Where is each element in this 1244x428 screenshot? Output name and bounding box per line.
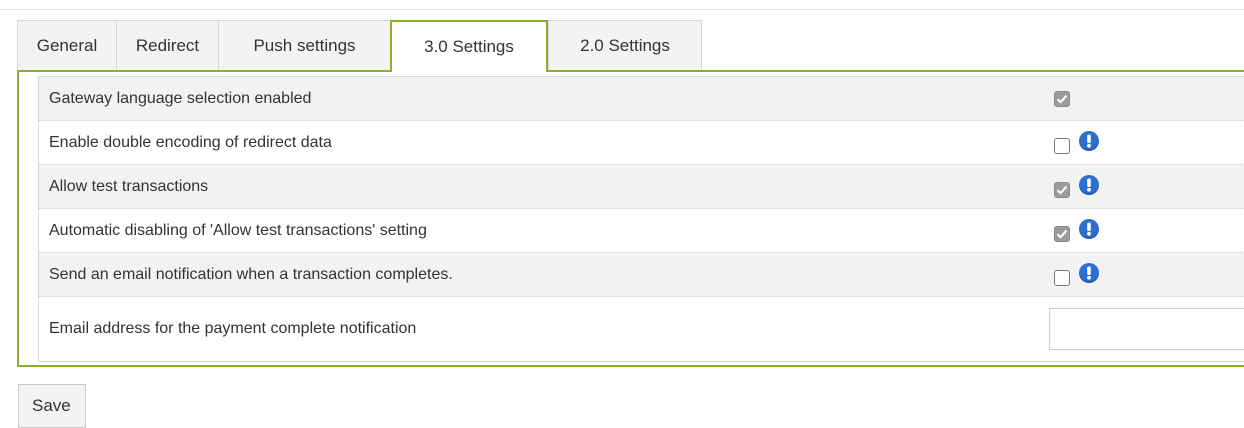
checkmark-icon	[1056, 185, 1068, 195]
tab-push-settings[interactable]: Push settings	[218, 20, 390, 71]
exclamation-info-icon[interactable]	[1079, 174, 1099, 195]
settings-table: Gateway language selection enabled Enabl…	[38, 76, 1244, 362]
setting-label: Gateway language selection enabled	[49, 89, 312, 107]
email-notification-checkbox[interactable]	[1054, 269, 1070, 286]
tab-3-0-settings[interactable]: 3.0 Settings	[390, 20, 548, 72]
setting-label: Enable double encoding of redirect data	[49, 133, 332, 151]
checkmark-icon	[1056, 229, 1068, 239]
auto-disable-test-checkbox[interactable]	[1054, 225, 1070, 242]
exclamation-info-icon[interactable]	[1079, 218, 1099, 239]
setting-label: Email address for the payment complete n…	[49, 320, 417, 337]
allow-test-transactions-checkbox[interactable]	[1054, 181, 1070, 198]
settings-panel: Gateway language selection enabled Enabl…	[17, 70, 1244, 367]
checkmark-icon	[1056, 94, 1068, 104]
email-address-input[interactable]	[1049, 308, 1244, 350]
tab-2-0-settings[interactable]: 2.0 Settings	[548, 20, 702, 71]
setting-label: Automatic disabling of 'Allow test trans…	[49, 221, 427, 239]
setting-row-double-encoding: Enable double encoding of redirect data	[39, 121, 1244, 165]
exclamation-info-icon[interactable]	[1079, 262, 1099, 283]
setting-row-auto-disable-test: Automatic disabling of 'Allow test trans…	[39, 209, 1244, 253]
exclamation-info-icon[interactable]	[1079, 130, 1099, 151]
setting-row-allow-test-transactions: Allow test transactions	[39, 165, 1244, 209]
save-button[interactable]: Save	[18, 384, 86, 428]
top-divider	[0, 9, 1244, 10]
settings-tabs: General Redirect Push settings 3.0 Setti…	[17, 20, 702, 72]
tab-general[interactable]: General	[17, 20, 116, 71]
setting-label: Allow test transactions	[49, 177, 209, 195]
gateway-language-checkbox[interactable]	[1054, 90, 1070, 107]
tab-redirect[interactable]: Redirect	[116, 20, 218, 71]
setting-row-email-address: Email address for the payment complete n…	[39, 297, 1244, 361]
double-encoding-checkbox[interactable]	[1054, 137, 1070, 154]
setting-row-email-notification: Send an email notification when a transa…	[39, 253, 1244, 297]
setting-row-gateway-language: Gateway language selection enabled	[39, 77, 1244, 121]
setting-label: Send an email notification when a transa…	[49, 265, 453, 283]
